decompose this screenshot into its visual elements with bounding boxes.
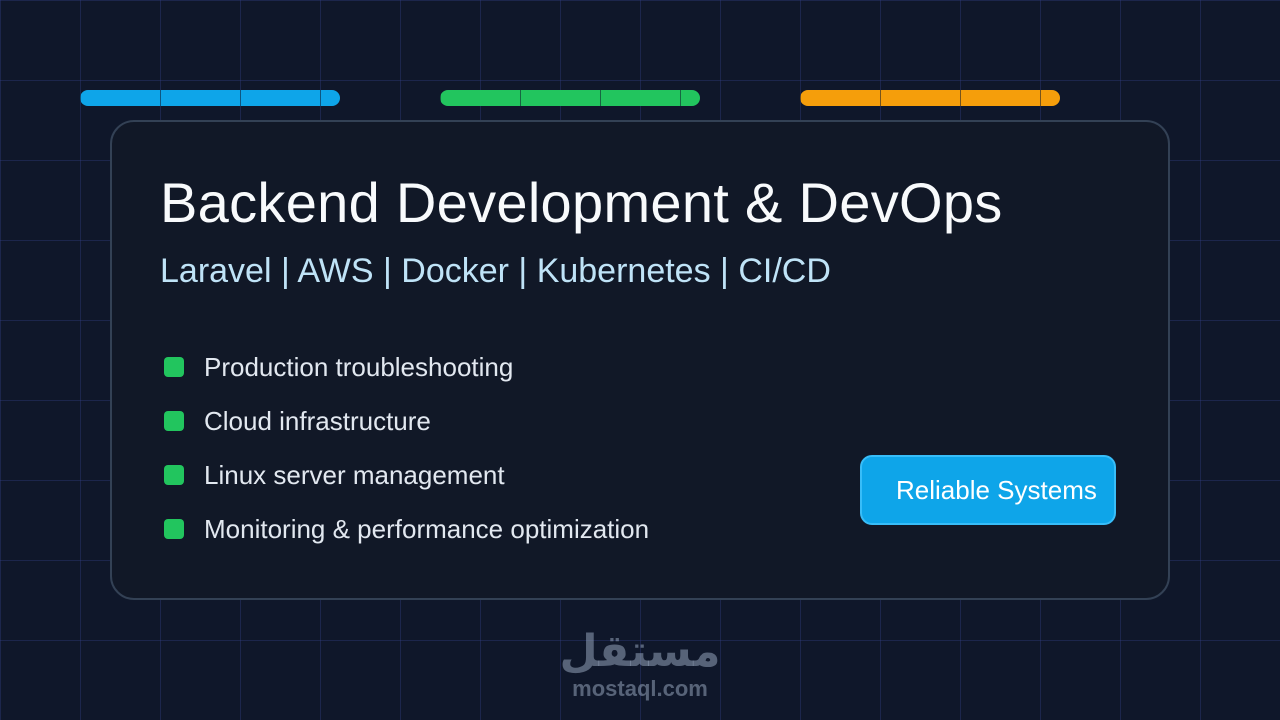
bullet-square-icon <box>164 465 184 485</box>
feature-text: Cloud infrastructure <box>204 405 431 436</box>
mostaql-watermark: مستقل mostaql.com <box>540 628 740 702</box>
accent-bar-green <box>440 90 700 106</box>
bullet-square-icon <box>164 411 184 431</box>
feature-list: Production troubleshooting Cloud infrast… <box>164 340 649 556</box>
feature-item: Production troubleshooting <box>164 340 649 394</box>
mostaql-logo: مستقل <box>559 626 721 677</box>
feature-text: Production troubleshooting <box>204 351 514 382</box>
feature-item: Linux server management <box>164 448 649 502</box>
card-title: Backend Development & DevOps <box>160 171 1003 234</box>
reliable-systems-button[interactable]: Reliable Systems <box>860 455 1116 525</box>
tech-stack: Laravel | AWS | Docker | Kubernetes | CI… <box>160 252 831 290</box>
service-card: Backend Development & DevOps Laravel | A… <box>110 120 1170 600</box>
feature-item: Monitoring & performance optimization <box>164 502 649 556</box>
mostaql-url: mostaql.com <box>572 676 708 701</box>
accent-bar-blue <box>80 90 340 106</box>
feature-text: Linux server management <box>204 459 505 490</box>
bullet-square-icon <box>164 357 184 377</box>
feature-item: Cloud infrastructure <box>164 394 649 448</box>
accent-bar-orange <box>800 90 1060 106</box>
feature-text: Monitoring & performance optimization <box>204 513 650 544</box>
bullet-square-icon <box>164 519 184 539</box>
